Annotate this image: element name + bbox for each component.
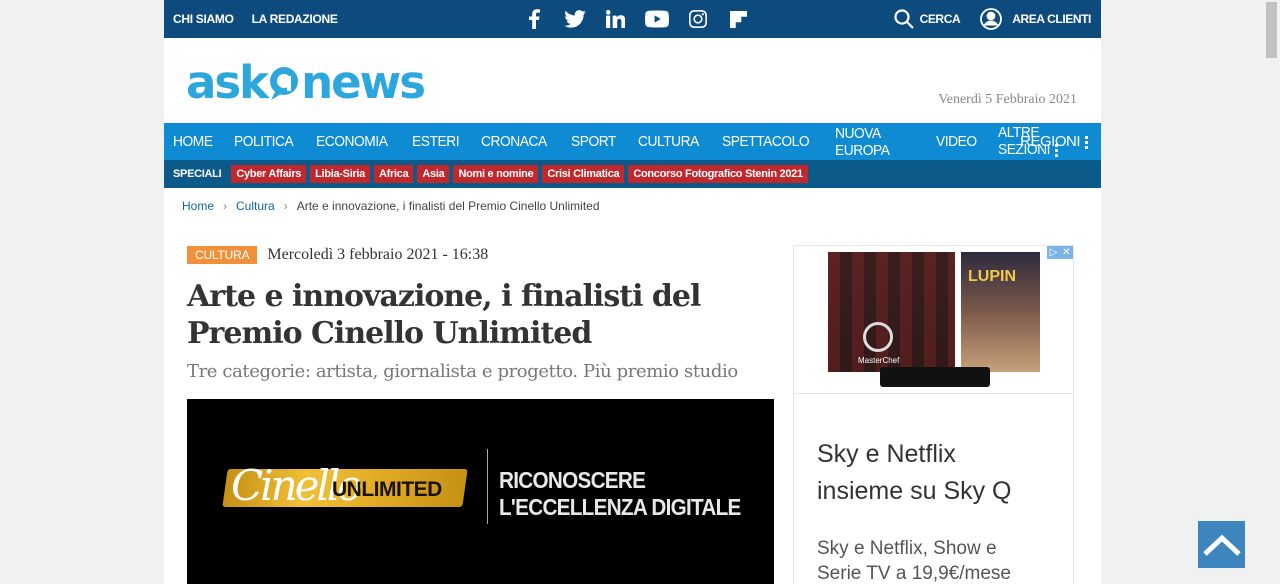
hero-divider bbox=[487, 449, 488, 524]
nav-cronaca[interactable]: CRONACA bbox=[481, 133, 547, 150]
adchoices-icon[interactable]: ▷ bbox=[1047, 246, 1060, 259]
article-meta: CULTURA Mercoledì 3 febbraio 2021 - 16:3… bbox=[187, 246, 774, 264]
breadcrumb-section[interactable]: Cultura bbox=[236, 199, 275, 213]
breadcrumb-current: Arte e innovazione, i finalisti del Prem… bbox=[296, 199, 600, 213]
nav-sport[interactable]: SPORT bbox=[571, 133, 616, 150]
speciale-tag[interactable]: Libia-Siria bbox=[310, 165, 371, 183]
ad-divider bbox=[794, 393, 1073, 394]
nav-home[interactable]: HOME bbox=[173, 133, 213, 150]
speciali-label: SPECIALI bbox=[173, 168, 222, 180]
logo-row: ask news Venerdì 5 Febbraio 2021 bbox=[164, 38, 1101, 123]
page: CHI SIAMO LA REDAZIONE CERCA AREA CLIENT… bbox=[164, 0, 1101, 584]
nav-regioni[interactable]: REGIONI bbox=[1020, 133, 1089, 151]
logo-right: news bbox=[301, 56, 426, 109]
regioni-label: REGIONI bbox=[1020, 133, 1080, 150]
flipboard-icon[interactable] bbox=[718, 8, 759, 30]
search-label[interactable]: CERCA bbox=[920, 12, 961, 26]
lupin-title: LUPIN bbox=[968, 268, 1016, 285]
youtube-icon[interactable] bbox=[636, 8, 677, 30]
nav-politica[interactable]: POLITICA bbox=[234, 133, 294, 150]
la-redazione-link[interactable]: LA REDAZIONE bbox=[252, 12, 338, 26]
speciale-tag[interactable]: Africa bbox=[374, 165, 414, 183]
masterchef-logo bbox=[863, 322, 893, 352]
ad-subtitle: Sky e Netflix, Show e Serie TV a 19,9€/m… bbox=[817, 538, 1011, 584]
nav-economia[interactable]: ECONOMIA bbox=[316, 133, 388, 150]
scrollbar-thumb[interactable] bbox=[1266, 2, 1277, 58]
ad-choices[interactable]: ▷ ✕ bbox=[1047, 246, 1073, 259]
publish-date: Mercoledì 3 febbraio 2021 - 16:38 bbox=[267, 246, 489, 263]
article-title: Arte e innovazione, i finalisti del Prem… bbox=[187, 279, 701, 351]
nav-esteri[interactable]: ESTERI bbox=[412, 133, 460, 150]
facebook-icon[interactable] bbox=[513, 8, 554, 30]
logo-left: ask bbox=[186, 56, 269, 109]
top-links: CHI SIAMO LA REDAZIONE bbox=[164, 12, 338, 26]
speciali-bar: SPECIALI Cyber Affairs Libia-Siria Afric… bbox=[164, 160, 1101, 188]
instagram-icon[interactable] bbox=[677, 8, 718, 30]
chevron-right-icon: › bbox=[283, 199, 288, 213]
top-right: CERCA AREA CLIENTI bbox=[893, 0, 1091, 38]
social-links bbox=[513, 8, 759, 30]
breadcrumb: Home › Cultura › Arte e innovazione, i f… bbox=[182, 199, 600, 213]
hero-tagline-1: RICONOSCERE bbox=[499, 467, 646, 493]
article-hero-image: Cinello UNLIMITED RICONOSCERE L'ECCELLEN… bbox=[187, 399, 774, 584]
speciale-tag[interactable]: Crisi Climatica bbox=[542, 165, 625, 183]
sidebar-ad[interactable]: ▷ ✕ MasterChef LUPIN Sky e Netflix insie… bbox=[793, 245, 1074, 584]
category-badge[interactable]: CULTURA bbox=[187, 246, 258, 264]
nav-video[interactable]: VIDEO bbox=[936, 133, 977, 150]
logo-a-icon bbox=[267, 60, 301, 100]
area-clienti-label[interactable]: AREA CLIENTI bbox=[1012, 12, 1091, 26]
sky-q-box bbox=[880, 367, 990, 387]
user-icon[interactable] bbox=[980, 8, 1003, 30]
speciale-tag[interactable]: Nomi e nomine bbox=[453, 165, 539, 183]
chevron-up-icon bbox=[1202, 534, 1241, 556]
linkedin-icon[interactable] bbox=[595, 8, 636, 30]
regioni-more-icon bbox=[1085, 134, 1089, 151]
chi-siamo-link[interactable]: CHI SIAMO bbox=[173, 12, 234, 26]
masterchef-label: MasterChef bbox=[858, 356, 900, 365]
back-to-top-button[interactable] bbox=[1198, 521, 1245, 568]
twitter-icon[interactable] bbox=[554, 8, 595, 30]
scrollbar[interactable] bbox=[1263, 0, 1280, 584]
article-subtitle: Tre categorie: artista, giornalista e pr… bbox=[187, 361, 738, 382]
article: CULTURA Mercoledì 3 febbraio 2021 - 16:3… bbox=[187, 246, 774, 584]
hero-logo-word: UNLIMITED bbox=[332, 478, 442, 501]
ad-title: Sky e Netflix insieme su Sky Q bbox=[817, 440, 1012, 505]
nav-spettacolo[interactable]: SPETTACOLO bbox=[722, 133, 810, 150]
top-bar: CHI SIAMO LA REDAZIONE CERCA AREA CLIENT… bbox=[164, 0, 1101, 38]
masterchef-panel bbox=[828, 252, 955, 372]
main-nav: HOME POLITICA ECONOMIA ESTERI CRONACA SP… bbox=[164, 123, 1101, 160]
current-date: Venerdì 5 Febbraio 2021 bbox=[938, 92, 1077, 107]
speciale-tag[interactable]: Asia bbox=[417, 165, 450, 183]
nav-cultura[interactable]: CULTURA bbox=[638, 133, 699, 150]
nav-nuova-europa[interactable]: NUOVA EUROPA bbox=[835, 125, 912, 159]
speciale-tag[interactable]: Concorso Fotografico Stenin 2021 bbox=[628, 165, 808, 183]
speciale-tag[interactable]: Cyber Affairs bbox=[231, 165, 307, 183]
chevron-right-icon: › bbox=[223, 199, 228, 213]
breadcrumb-home[interactable]: Home bbox=[182, 199, 214, 213]
asknews-logo[interactable]: ask news bbox=[186, 56, 426, 109]
ad-banner-image: MasterChef LUPIN bbox=[828, 252, 1040, 387]
ad-close-icon[interactable]: ✕ bbox=[1060, 246, 1073, 259]
search-icon[interactable] bbox=[893, 9, 914, 29]
hero-tagline-2: L'ECCELLENZA DIGITALE bbox=[499, 494, 741, 520]
